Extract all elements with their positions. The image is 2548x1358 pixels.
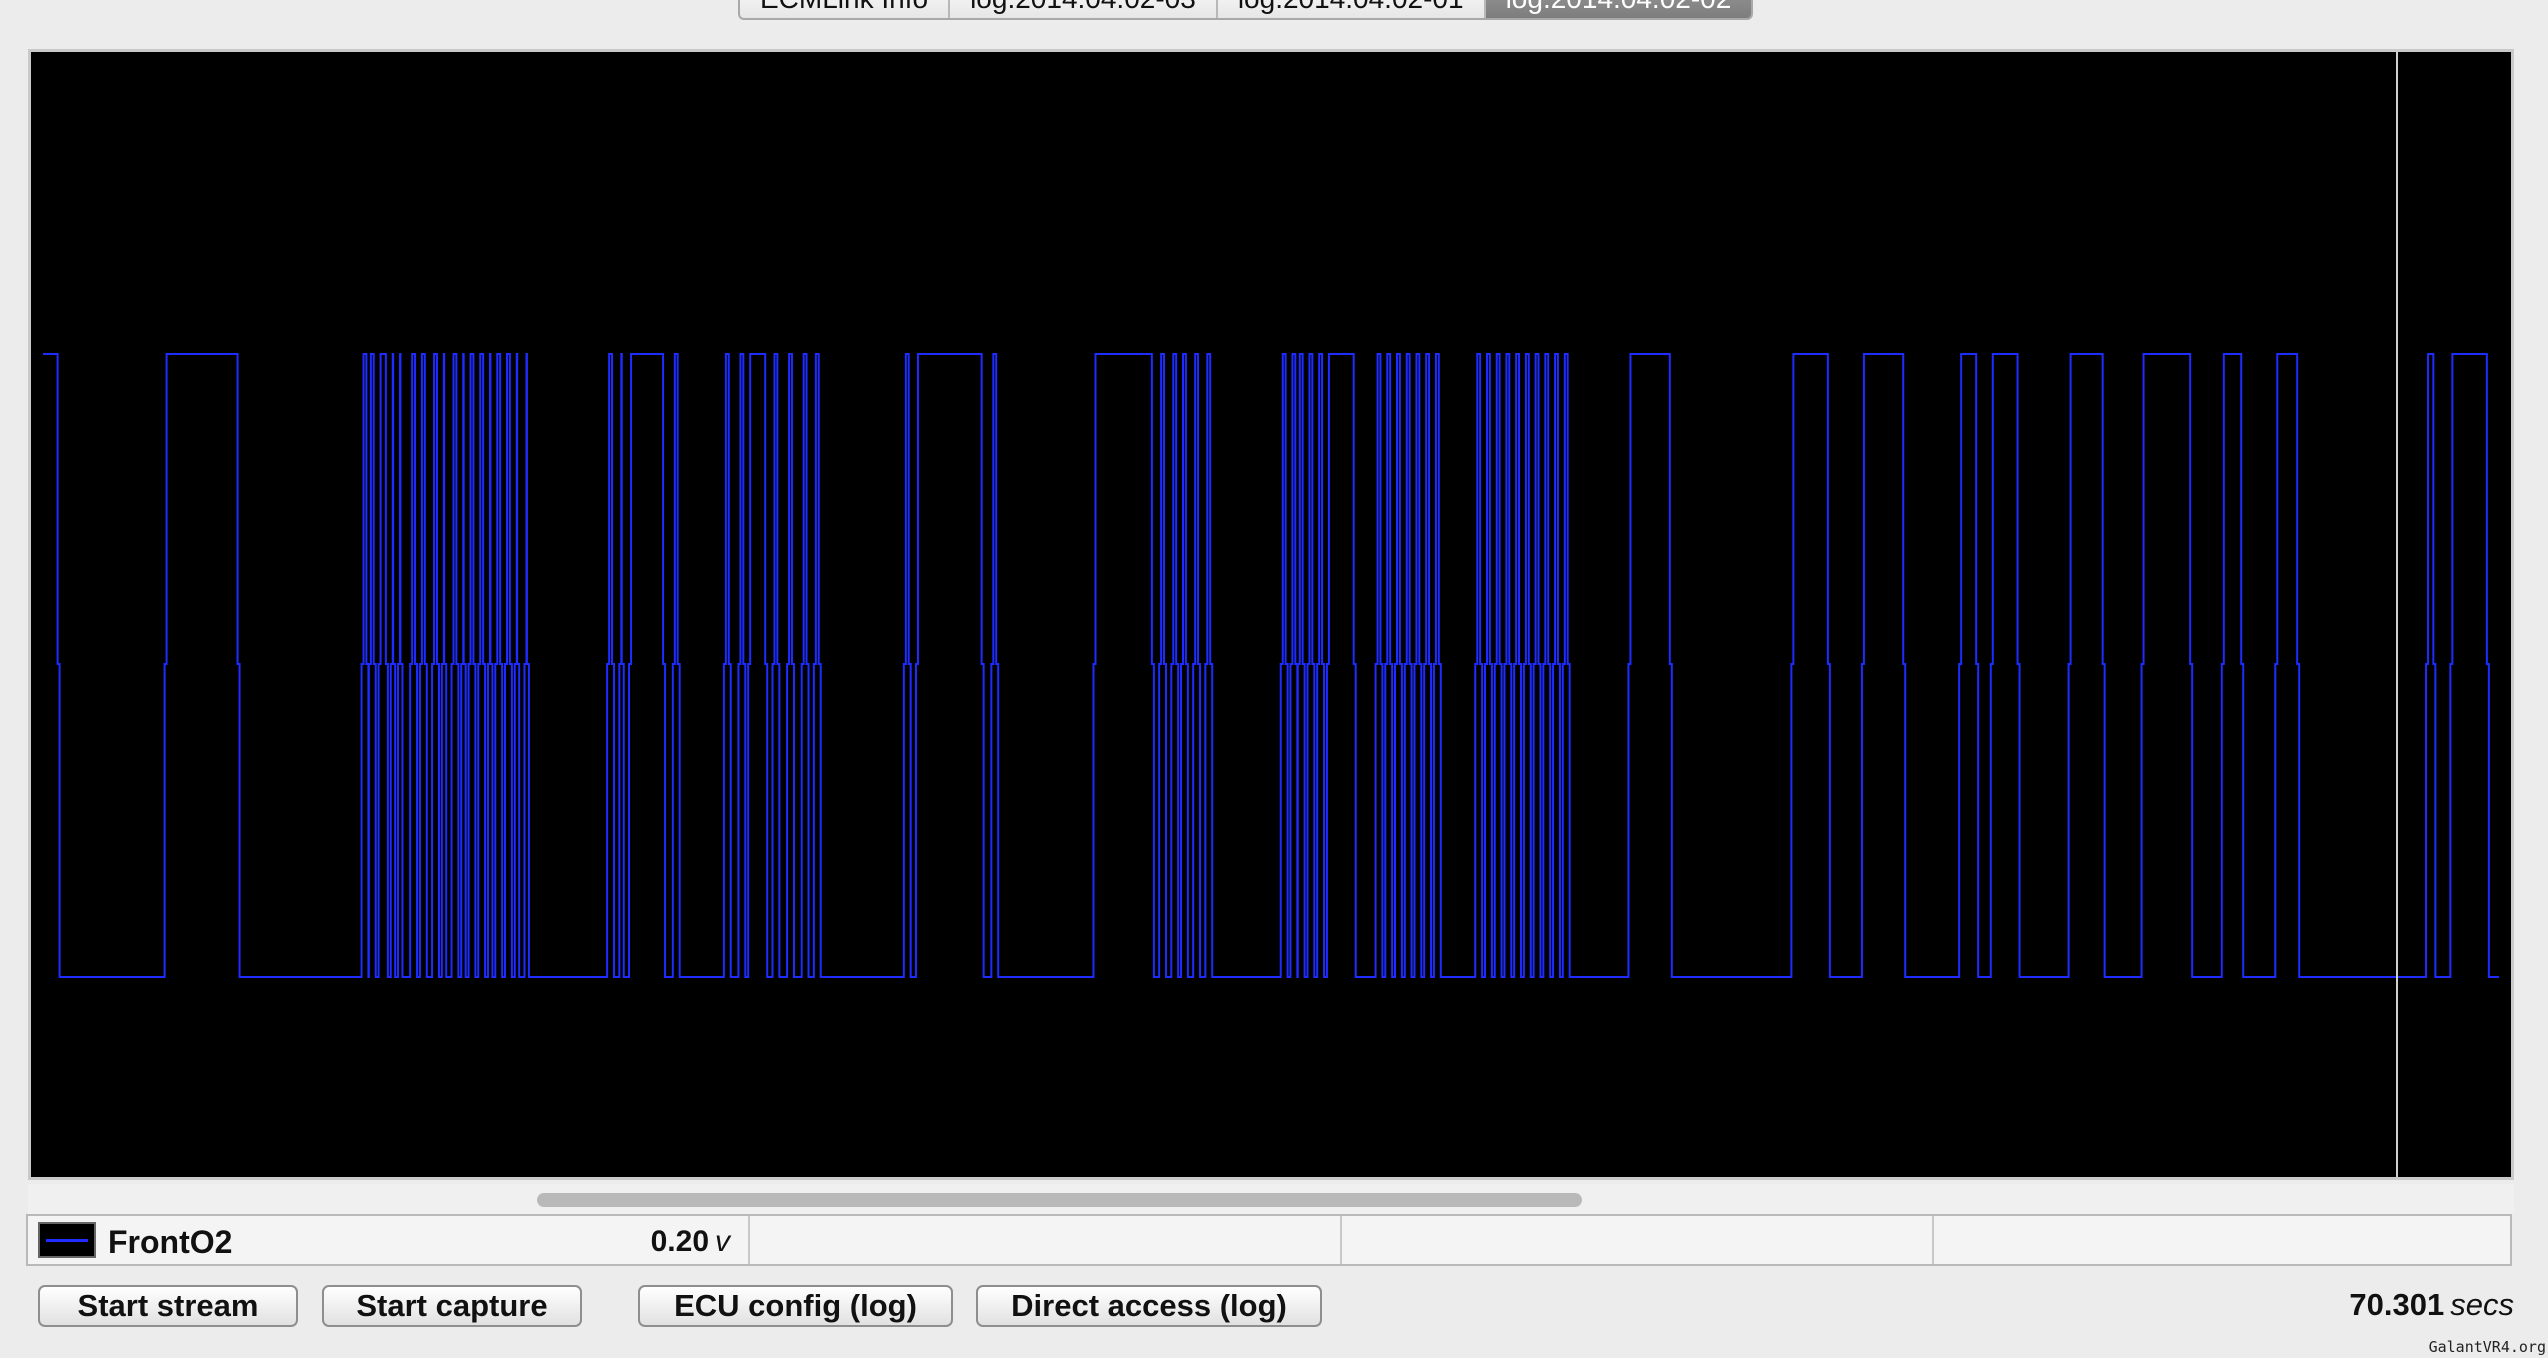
channel-slot-empty-2[interactable]	[1342, 1216, 1934, 1264]
elapsed-time: 70.301 secs	[2349, 1287, 2514, 1323]
tab-log-01[interactable]: log.2014.04.02-01	[1218, 0, 1486, 18]
channel-name: FrontO2	[108, 1224, 233, 1260]
channel-value-unit: v	[715, 1225, 730, 1258]
start-stream-button[interactable]: Start stream	[38, 1285, 298, 1327]
start-capture-button[interactable]: Start capture	[322, 1285, 582, 1327]
front-o2-trace	[43, 353, 2499, 978]
channel-front-o2[interactable]: FrontO2 0.20 v	[28, 1216, 750, 1264]
watermark: GalantVR4.org	[2428, 1338, 2546, 1356]
front-o2-chart	[43, 52, 2499, 1177]
channel-slot-empty-1[interactable]	[750, 1216, 1342, 1264]
channel-color-swatch[interactable]	[38, 1222, 96, 1258]
log-plot-area[interactable]	[28, 49, 2514, 1180]
tab-log-03[interactable]: log.2014.04.02-03	[950, 0, 1218, 18]
elapsed-time-unit: secs	[2450, 1287, 2514, 1322]
tab-ecmlink-info[interactable]: ECMLink Info	[740, 0, 951, 18]
ecmlink-window: ECMLink Info log.2014.04.02-03 log.2014.…	[0, 0, 2548, 1358]
horizontal-scrollbar[interactable]	[28, 1184, 2514, 1214]
swatch-line	[46, 1239, 88, 1242]
elapsed-time-value: 70.301	[2349, 1287, 2445, 1322]
channel-value: 0.20 v	[651, 1225, 730, 1259]
tab-bar: ECMLink Info log.2014.04.02-03 log.2014.…	[738, 0, 1754, 20]
channel-slot-empty-3[interactable]	[1934, 1216, 2510, 1264]
channel-value-number: 0.20	[650, 1225, 709, 1258]
ecu-config-button[interactable]: ECU config (log)	[638, 1285, 953, 1327]
tab-log-02[interactable]: log.2014.04.02-02	[1485, 0, 1752, 18]
channel-legend: FrontO2 0.20 v	[26, 1214, 2512, 1266]
scrollbar-thumb[interactable]	[537, 1193, 1582, 1207]
direct-access-button[interactable]: Direct access (log)	[976, 1285, 1322, 1327]
